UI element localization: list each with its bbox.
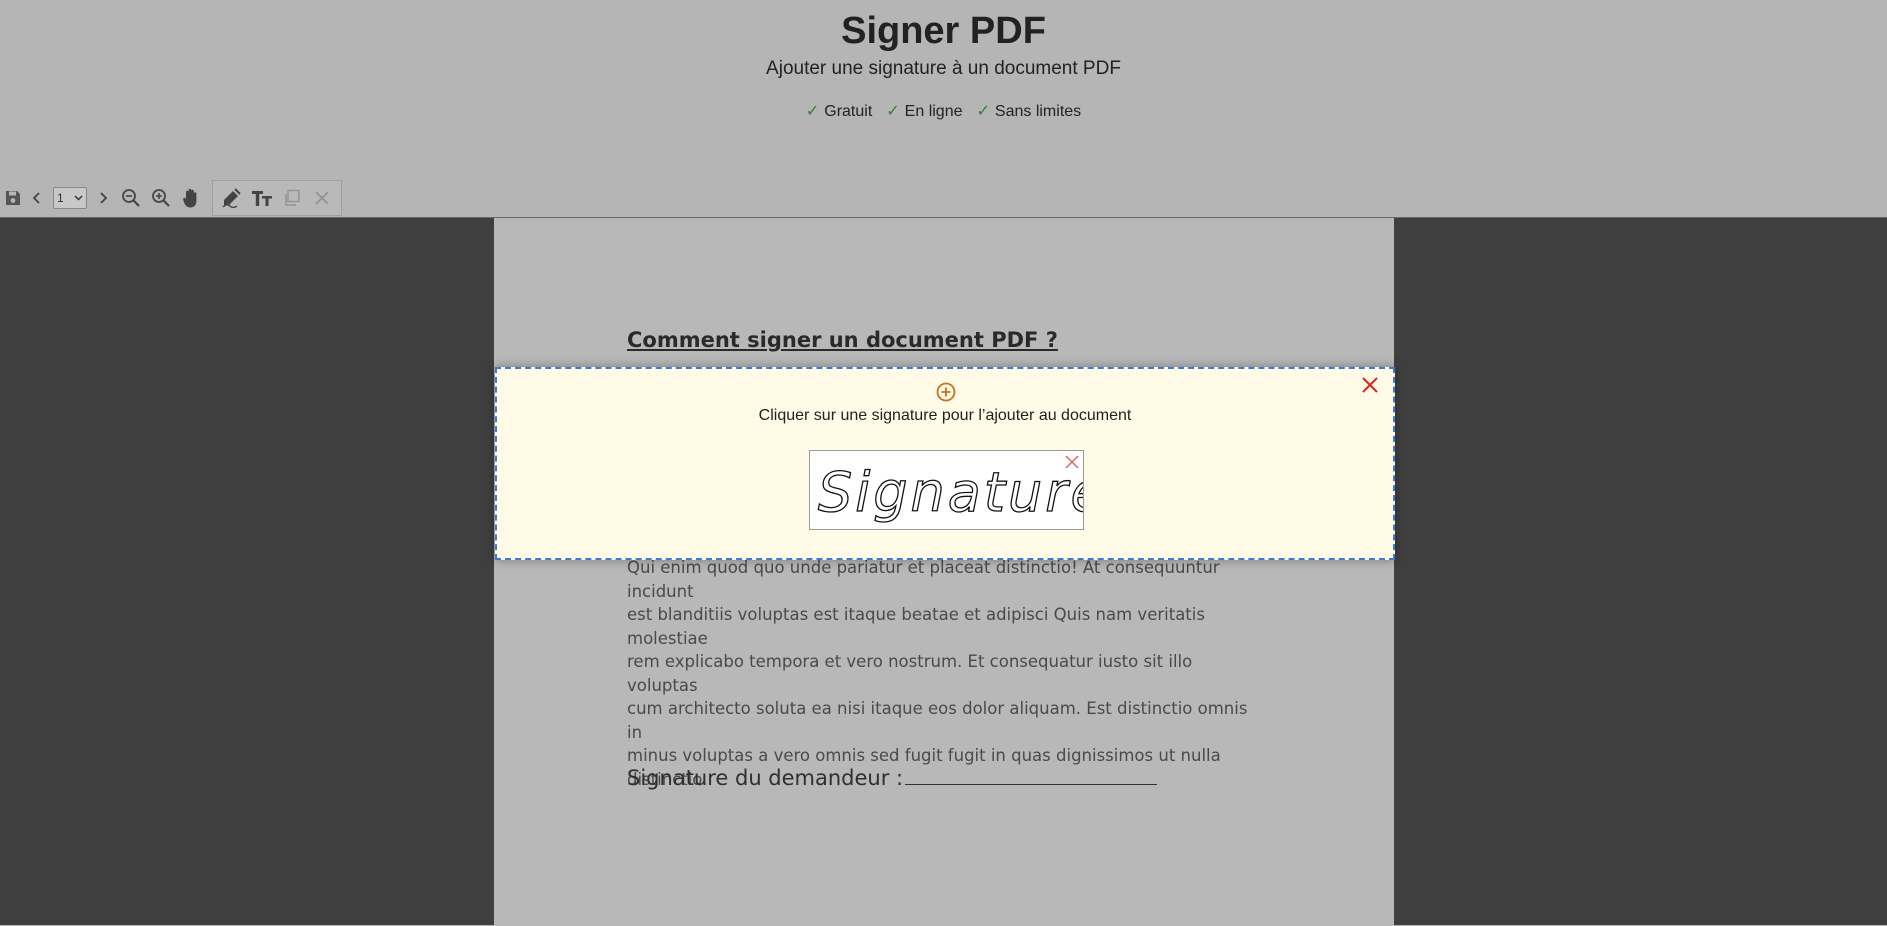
signature-field-label: Signature du demandeur : bbox=[627, 766, 1158, 790]
zoom-out-icon bbox=[122, 189, 140, 207]
page-title: Signer PDF bbox=[841, 10, 1046, 52]
signature-picker-panel: Cliquer sur une signature pour l’ajouter… bbox=[495, 367, 1395, 560]
chevron-down-icon bbox=[74, 195, 83, 201]
signature-label-text: Signature du demandeur : bbox=[627, 766, 904, 790]
paragraph-line: minus voluptas a vero omnis sed fugit fu… bbox=[627, 746, 1221, 765]
page-number-select[interactable]: 1 bbox=[53, 187, 87, 209]
feature-list: ✓ Gratuit ✓ En ligne ✓ Sans limites bbox=[0, 101, 1887, 121]
previous-page-button[interactable] bbox=[24, 183, 50, 213]
signature-text: Signature bbox=[818, 461, 1083, 524]
pdf-toolbar: 1 bbox=[0, 180, 342, 216]
pan-tool-button[interactable] bbox=[176, 183, 206, 213]
feature-free: ✓ Gratuit bbox=[806, 101, 872, 121]
add-signature-icon[interactable] bbox=[935, 381, 957, 403]
signature-pen-icon bbox=[222, 188, 241, 208]
document-heading: Comment signer un document PDF ? bbox=[627, 328, 1058, 352]
paragraph-line: cum architecto soluta ea nisi itaque eos… bbox=[627, 699, 1248, 742]
feature-label: En ligne bbox=[904, 103, 963, 120]
chevron-right-icon bbox=[100, 192, 108, 204]
delete-button[interactable] bbox=[307, 183, 337, 213]
chevron-left-icon bbox=[32, 192, 40, 204]
signature-underline bbox=[905, 784, 1158, 785]
copy-icon bbox=[285, 189, 300, 206]
page-subtitle: Ajouter une signature à un document PDF bbox=[766, 58, 1121, 79]
header: Signer PDF Ajouter une signature à un do… bbox=[0, 0, 1887, 180]
check-icon: ✓ bbox=[976, 103, 990, 120]
paragraph-line: rem explicabo tempora et vero nostrum. E… bbox=[627, 652, 1193, 695]
feature-unlimited: ✓ Sans limites bbox=[977, 101, 1082, 121]
next-page-button[interactable] bbox=[90, 183, 116, 213]
paragraph-line: est blanditiis voluptas est itaque beata… bbox=[627, 605, 1205, 648]
delete-signature-icon[interactable] bbox=[1064, 454, 1080, 470]
saved-signature-thumbnail[interactable]: Signature bbox=[809, 450, 1104, 530]
page-number-value: 1 bbox=[57, 191, 64, 205]
paragraph-line: Qui enim quod quo unde pariatur et place… bbox=[627, 558, 1220, 601]
signature-instruction: Cliquer sur une signature pour l’ajouter… bbox=[758, 407, 1132, 424]
zoom-in-button[interactable] bbox=[146, 183, 176, 213]
feature-online: ✓ En ligne bbox=[886, 101, 962, 121]
close-panel-icon[interactable] bbox=[1359, 374, 1381, 396]
zoom-out-button[interactable] bbox=[116, 183, 146, 213]
zoom-in-icon bbox=[152, 189, 170, 207]
signature-drawing: Signature bbox=[817, 460, 1104, 524]
toolbar-nav-group: 1 bbox=[0, 180, 208, 216]
hand-icon bbox=[183, 188, 197, 208]
pdf-viewer[interactable]: Comment signer un document PDF ? Qui eni… bbox=[0, 217, 1887, 926]
save-button[interactable] bbox=[2, 183, 24, 213]
add-text-button[interactable] bbox=[247, 183, 277, 213]
toolbar-edit-group bbox=[212, 180, 342, 216]
check-icon: ✓ bbox=[805, 103, 820, 120]
text-icon bbox=[252, 191, 272, 206]
duplicate-button[interactable] bbox=[277, 183, 307, 213]
document-paragraph: Qui enim quod quo unde pariatur et place… bbox=[627, 556, 1267, 791]
save-icon bbox=[6, 191, 20, 205]
close-icon bbox=[315, 191, 329, 205]
add-signature-button[interactable] bbox=[217, 183, 247, 213]
feature-label: Sans limites bbox=[994, 103, 1082, 120]
pdf-page[interactable]: Comment signer un document PDF ? Qui eni… bbox=[494, 218, 1394, 926]
check-icon: ✓ bbox=[886, 103, 900, 120]
feature-label: Gratuit bbox=[824, 103, 873, 120]
